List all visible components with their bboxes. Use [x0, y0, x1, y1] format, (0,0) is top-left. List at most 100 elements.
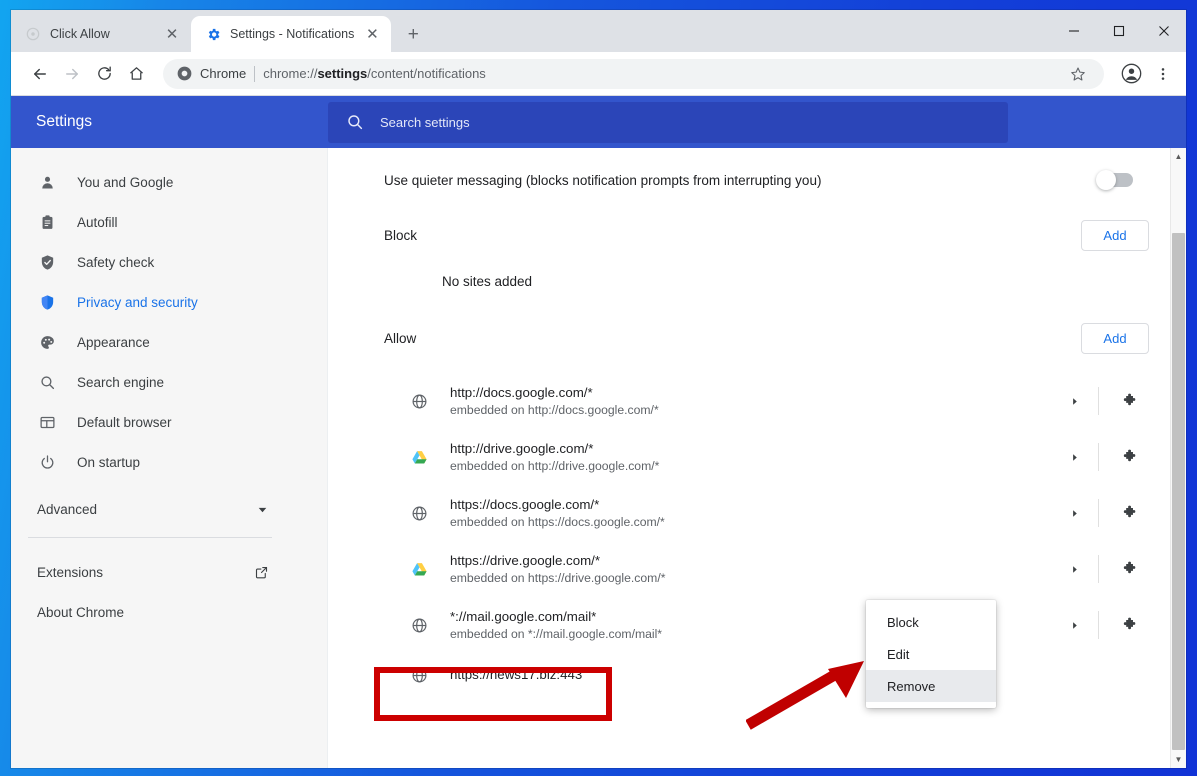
- globe-icon: [410, 504, 428, 522]
- sidebar-item-label: Safety check: [77, 254, 155, 270]
- site-text: https://news17.biz:443: [450, 665, 1149, 684]
- quieter-messaging-label: Use quieter messaging (blocks notificati…: [384, 172, 822, 188]
- table-row[interactable]: https://docs.google.com/* embedded on ht…: [384, 485, 1152, 541]
- sidebar-item-autofill[interactable]: Autofill: [11, 202, 327, 242]
- clipboard-icon: [37, 212, 57, 232]
- puzzle-piece-icon[interactable]: [1109, 505, 1149, 522]
- puzzle-piece-icon[interactable]: [1109, 393, 1149, 410]
- search-settings-input[interactable]: Search settings: [328, 101, 1008, 143]
- puzzle-piece-icon[interactable]: [1109, 617, 1149, 634]
- tab-click-allow[interactable]: Click Allow ✕: [11, 16, 191, 52]
- site-text: https://drive.google.com/* embedded on h…: [450, 551, 1054, 588]
- sidebar-item-label: You and Google: [77, 174, 174, 190]
- omnibox-origin-label: Chrome: [200, 66, 247, 81]
- sidebar-item-safety-check[interactable]: Safety check: [11, 242, 327, 282]
- advanced-label: Advanced: [37, 501, 98, 517]
- sidebar-item-privacy-and-security[interactable]: Privacy and security: [11, 282, 327, 322]
- account-avatar-icon[interactable]: [1116, 59, 1146, 89]
- quieter-messaging-row: Use quieter messaging (blocks notificati…: [384, 148, 1152, 192]
- sidebar-item-label: On startup: [77, 454, 141, 470]
- context-menu-item-remove[interactable]: Remove: [866, 670, 996, 702]
- puzzle-piece-icon[interactable]: [1109, 449, 1149, 466]
- table-row[interactable]: http://drive.google.com/* embedded on ht…: [384, 429, 1152, 485]
- sidebar-item-you-and-google[interactable]: You and Google: [11, 162, 327, 202]
- maximize-button[interactable]: [1096, 10, 1141, 52]
- browser-window: Click Allow ✕ Settings - Notifications ✕…: [11, 10, 1186, 768]
- puzzle-piece-icon[interactable]: [1109, 561, 1149, 578]
- block-empty-text: No sites added: [442, 274, 533, 289]
- browser-window-icon: [37, 412, 57, 432]
- quieter-messaging-toggle[interactable]: [1096, 170, 1133, 190]
- site-text: http://drive.google.com/* embedded on ht…: [450, 439, 1054, 476]
- site-embedded: embedded on http://docs.google.com/*: [450, 402, 659, 417]
- scroll-down-arrow-icon[interactable]: ▼: [1171, 751, 1186, 768]
- sidebar-item-label: Default browser: [77, 414, 172, 430]
- close-button[interactable]: [1141, 10, 1186, 52]
- close-icon[interactable]: ✕: [163, 25, 181, 43]
- sidebar-item-appearance[interactable]: Appearance: [11, 322, 327, 362]
- globe-icon: [410, 392, 428, 410]
- context-menu-item-block[interactable]: Block: [866, 606, 996, 638]
- window-controls: [1051, 10, 1186, 52]
- site-text: http://docs.google.com/* embedded on htt…: [450, 383, 1054, 420]
- expand-arrow-icon[interactable]: [1054, 396, 1094, 407]
- allow-add-button[interactable]: Add: [1081, 322, 1149, 354]
- expand-arrow-icon[interactable]: [1054, 508, 1094, 519]
- globe-icon: [410, 666, 428, 684]
- new-tab-button[interactable]: +: [399, 20, 427, 48]
- scrollbar-thumb[interactable]: [1172, 233, 1185, 750]
- expand-arrow-icon[interactable]: [1054, 452, 1094, 463]
- table-row[interactable]: http://docs.google.com/* embedded on htt…: [384, 373, 1152, 429]
- palette-icon: [37, 332, 57, 352]
- tab-settings-notifications[interactable]: Settings - Notifications ✕: [191, 16, 392, 52]
- sidebar-item-extensions[interactable]: Extensions: [11, 552, 327, 592]
- three-dot-menu-icon[interactable]: [1148, 59, 1178, 89]
- search-placeholder-text: Search settings: [380, 114, 470, 130]
- table-row[interactable]: *://mail.google.com/mail* embedded on *:…: [384, 597, 1152, 653]
- row-divider: [1098, 611, 1099, 639]
- allow-section-header: Allow Add: [384, 311, 1152, 365]
- sidebar-item-label: Appearance: [77, 334, 150, 350]
- allow-section-title: Allow: [384, 330, 417, 346]
- shield-check-icon: [37, 252, 57, 272]
- sidebar-item-advanced[interactable]: Advanced: [11, 488, 327, 530]
- forward-arrow-icon[interactable]: [57, 59, 87, 89]
- context-menu-item-edit[interactable]: Edit: [866, 638, 996, 670]
- row-divider: [1098, 499, 1099, 527]
- table-row[interactable]: https://drive.google.com/* embedded on h…: [384, 541, 1152, 597]
- site-url: https://drive.google.com/*: [450, 552, 601, 568]
- sidebar-item-on-startup[interactable]: On startup: [11, 442, 327, 482]
- reload-icon[interactable]: [89, 59, 119, 89]
- block-add-button[interactable]: Add: [1081, 219, 1149, 251]
- address-bar[interactable]: Chrome chrome://settings/content/notific…: [163, 58, 1104, 89]
- site-url: https://docs.google.com/*: [450, 496, 600, 512]
- sidebar-item-about-chrome[interactable]: About Chrome: [11, 592, 327, 632]
- close-icon[interactable]: ✕: [363, 25, 381, 43]
- block-section-header: Block Add: [384, 208, 1152, 262]
- drive-icon: [410, 560, 428, 578]
- expand-arrow-icon[interactable]: [1054, 564, 1094, 575]
- scroll-up-arrow-icon[interactable]: ▲: [1171, 148, 1186, 165]
- tab-title: Settings - Notifications: [230, 27, 355, 41]
- main-scrollbar[interactable]: ▲ ▼: [1170, 148, 1186, 768]
- power-icon: [37, 452, 57, 472]
- omnibox-right-icons: [1066, 62, 1090, 86]
- star-icon[interactable]: [1066, 62, 1090, 86]
- table-row-highlighted[interactable]: https://news17.biz:443: [384, 653, 1152, 697]
- home-icon[interactable]: [121, 59, 151, 89]
- sidebar-item-search-engine[interactable]: Search engine: [11, 362, 327, 402]
- sidebar-item-default-browser[interactable]: Default browser: [11, 402, 327, 442]
- minimize-button[interactable]: [1051, 10, 1096, 52]
- allow-site-list: http://docs.google.com/* embedded on htt…: [384, 373, 1152, 697]
- search-icon: [346, 113, 364, 131]
- about-chrome-label: About Chrome: [37, 604, 125, 620]
- omnibox-url-text: chrome://settings/content/notifications: [263, 66, 486, 81]
- back-arrow-icon[interactable]: [25, 59, 55, 89]
- tab-title: Click Allow: [50, 27, 110, 41]
- settings-main-wrapper: Use quieter messaging (blocks notificati…: [328, 148, 1186, 768]
- chrome-brand-icon: [177, 66, 192, 81]
- row-divider: [1098, 555, 1099, 583]
- shield-blue-icon: [37, 292, 57, 312]
- expand-arrow-icon[interactable]: [1054, 620, 1094, 631]
- globe-icon: [410, 616, 428, 634]
